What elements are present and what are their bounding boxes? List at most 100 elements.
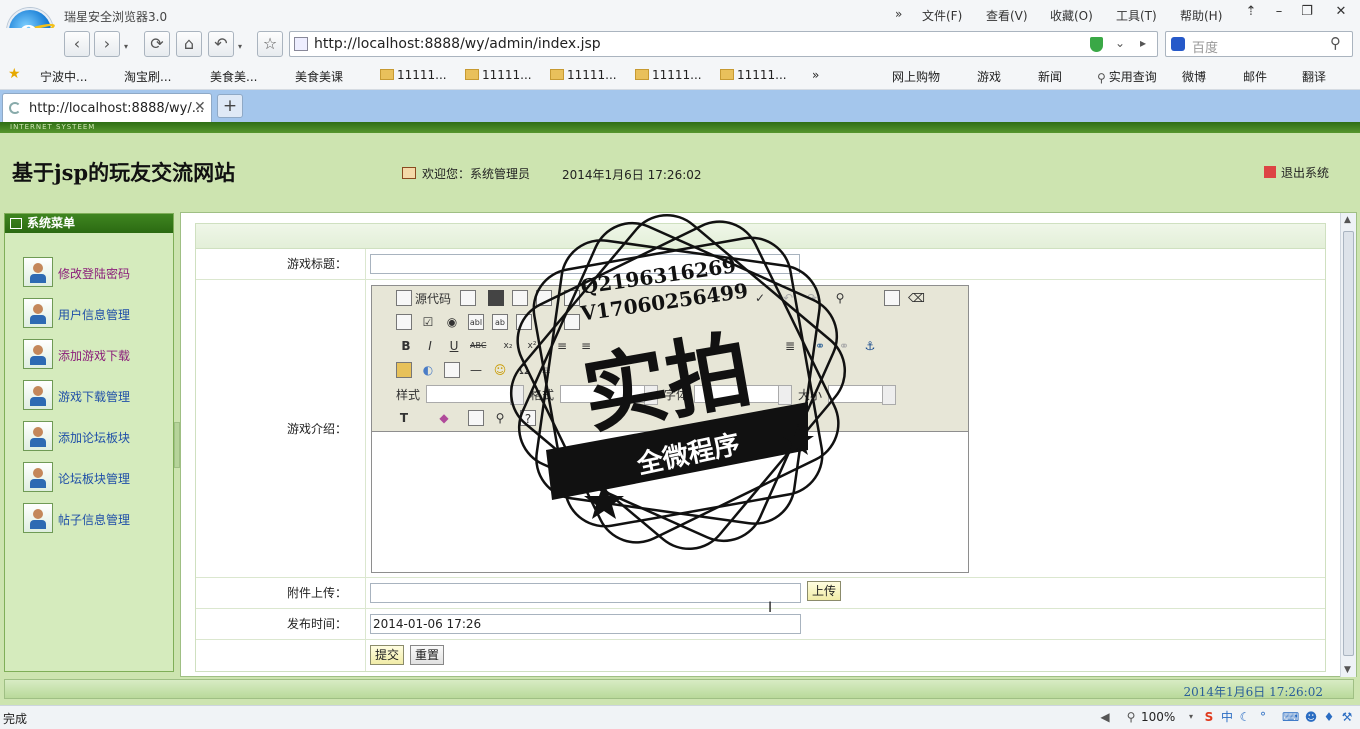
reset-button[interactable]: 重置 <box>410 645 445 665</box>
minimize-icon[interactable]: – <box>1268 3 1290 21</box>
quicklink-translate[interactable]: 翻译 <box>1302 68 1326 201</box>
select-all-icon[interactable] <box>884 290 900 306</box>
image-button-icon[interactable] <box>564 314 580 330</box>
sidebar-item-forum-management[interactable]: 论坛板块管理 <box>23 462 173 492</box>
go-icon[interactable]: ▸ <box>1140 36 1146 50</box>
select-field-icon[interactable] <box>516 314 532 330</box>
subscript-icon[interactable]: x₂ <box>500 338 516 354</box>
sidebar-item-game-management[interactable]: 游戏下载管理 <box>23 380 173 410</box>
pin-icon[interactable]: ⇡ <box>1240 3 1262 21</box>
sidebar-item-label[interactable]: 修改登陆密码 <box>58 265 130 282</box>
bookmark-folder[interactable]: 11111... <box>720 68 787 82</box>
sidebar-item-label[interactable]: 论坛板块管理 <box>58 470 130 487</box>
logout-link[interactable]: 退出系统 <box>1264 164 1329 181</box>
title-input[interactable] <box>370 254 800 274</box>
horizontal-rule-icon[interactable]: — <box>468 362 484 378</box>
bookmark-item[interactable]: 宁波中... <box>40 68 87 201</box>
menu-more-icon[interactable]: » <box>895 7 902 21</box>
publish-time-input[interactable]: 2014-01-06 17:26 <box>370 614 801 634</box>
sidebar-item-label[interactable]: 游戏下载管理 <box>58 388 130 405</box>
quicklink-shopping[interactable]: 网上购物 <box>892 68 940 201</box>
rich-text-editor[interactable]: 源代码 ✓ ↶ ↷ ⚲ ⌫ ☑ ◉ abl ab B I U ABC x₂ x²… <box>371 285 969 573</box>
bookmark-item[interactable]: 美食美课 <box>295 68 343 201</box>
address-bar[interactable]: http://localhost:8888/wy/admin/index.jsp… <box>289 31 1158 57</box>
image-icon[interactable] <box>396 362 412 378</box>
link-icon[interactable]: ⚭ <box>812 338 828 354</box>
home-icon[interactable]: ⌂ <box>176 31 202 57</box>
scroll-thumb[interactable] <box>1343 231 1354 656</box>
ordered-list-icon[interactable]: ≡ <box>554 338 570 354</box>
bg-color-icon[interactable]: ◆ <box>436 410 452 426</box>
menu-view[interactable]: 查看(V) <box>986 7 1028 24</box>
security-shield-icon[interactable] <box>1090 37 1103 52</box>
refresh-icon[interactable]: ⟳ <box>144 31 170 57</box>
bookmarks-more-icon[interactable]: » <box>812 68 819 82</box>
text-color-icon[interactable]: T <box>396 410 412 426</box>
checkbox-icon[interactable]: ☑ <box>420 314 436 330</box>
save-icon[interactable] <box>488 290 504 306</box>
search-icon[interactable]: ⚲ <box>1330 34 1341 52</box>
restore-icon[interactable]: ❐ <box>1296 3 1318 21</box>
sidebar-item-label[interactable]: 添加论坛板块 <box>58 429 130 446</box>
zoom-dropdown-icon[interactable]: ▾ <box>1184 710 1198 724</box>
tab-close-icon[interactable]: ✕ <box>194 99 206 115</box>
font-select[interactable] <box>694 385 792 405</box>
smiley-icon[interactable]: ☺ <box>492 362 508 378</box>
page-break-icon[interactable]: ≡ <box>538 362 554 378</box>
user-icon[interactable]: ☻ <box>1304 710 1318 724</box>
italic-icon[interactable]: I <box>422 338 438 354</box>
forward-icon[interactable]: › <box>94 31 120 57</box>
search-placeholder[interactable]: 百度 <box>1192 37 1218 56</box>
sidebar-item-add-game[interactable]: 添加游戏下载 <box>23 339 173 369</box>
special-char-icon[interactable]: Ω <box>516 362 532 378</box>
sidebar-item-add-forum[interactable]: 添加论坛板块 <box>23 421 173 451</box>
textfield-icon[interactable]: abl <box>468 314 484 330</box>
upload-button[interactable]: 上传 <box>807 581 842 601</box>
source-button[interactable]: 源代码 <box>415 290 451 307</box>
forward-dropdown-icon[interactable]: ▾ <box>124 42 128 51</box>
scroll-down-icon[interactable]: ▼ <box>1344 665 1351 675</box>
bookmark-item[interactable]: 淘宝刷... <box>124 68 171 201</box>
page-scrollbar[interactable]: ▲ ▼ <box>1340 213 1356 677</box>
undo-dropdown-icon[interactable]: ▾ <box>238 42 242 51</box>
scroll-up-icon[interactable]: ▲ <box>1344 215 1351 225</box>
size-select[interactable] <box>828 385 896 405</box>
ime-punct-icon[interactable]: ° <box>1256 710 1270 724</box>
flash-icon[interactable]: ◐ <box>420 362 436 378</box>
textarea-icon[interactable]: ab <box>492 314 508 330</box>
tab-active[interactable]: http://localhost:8888/wy/... ✕ <box>2 93 212 122</box>
zoom-level[interactable]: 100% <box>1141 710 1175 724</box>
preview-icon[interactable] <box>460 290 476 306</box>
ime-mode-icon[interactable]: 中 <box>1220 710 1234 724</box>
sidebar-item-label[interactable]: 用户信息管理 <box>58 306 130 323</box>
superscript-icon[interactable]: x² <box>524 338 540 354</box>
unlink-icon[interactable]: ⚭ <box>836 338 852 354</box>
quicklink-query[interactable]: ⚲ 实用查询 <box>1097 68 1157 85</box>
about-icon[interactable]: ? <box>520 410 536 426</box>
tab-title[interactable]: http://localhost:8888/wy/... <box>29 101 204 116</box>
menu-tools[interactable]: 工具(T) <box>1116 7 1157 24</box>
bookmark-folder[interactable]: 11111... <box>465 68 532 82</box>
maximize-icon[interactable] <box>468 410 484 426</box>
shirt-icon[interactable]: ♦ <box>1322 710 1336 724</box>
redo-icon[interactable]: ↷ <box>804 290 820 306</box>
sidebar-item-user-management[interactable]: 用户信息管理 <box>23 298 173 328</box>
bold-icon[interactable]: B <box>398 338 414 354</box>
new-tab-button[interactable]: + <box>217 94 243 118</box>
find-icon[interactable]: ⚲ <box>832 290 848 306</box>
sidebar-item-label[interactable]: 添加游戏下载 <box>58 347 130 364</box>
favorite-star-icon[interactable]: ☆ <box>257 31 283 57</box>
spellcheck-icon[interactable]: ✓ <box>752 290 768 306</box>
ime-moon-icon[interactable]: ☾ <box>1238 710 1252 724</box>
submit-button[interactable]: 提交 <box>370 645 405 665</box>
menu-help[interactable]: 帮助(H) <box>1180 7 1222 24</box>
sidebar-item-change-password[interactable]: 修改登陆密码 <box>23 257 173 287</box>
quicklink-games[interactable]: 游戏 <box>977 68 1001 201</box>
bookmark-folder[interactable]: 11111... <box>380 68 447 82</box>
menu-favorites[interactable]: 收藏(O) <box>1050 7 1093 24</box>
new-page-icon[interactable] <box>512 290 528 306</box>
back-icon[interactable]: ‹ <box>64 31 90 57</box>
strike-icon[interactable]: ABC <box>470 338 486 354</box>
quicklink-news[interactable]: 新闻 <box>1038 68 1062 201</box>
sidebar-item-label[interactable]: 帖子信息管理 <box>58 511 130 528</box>
